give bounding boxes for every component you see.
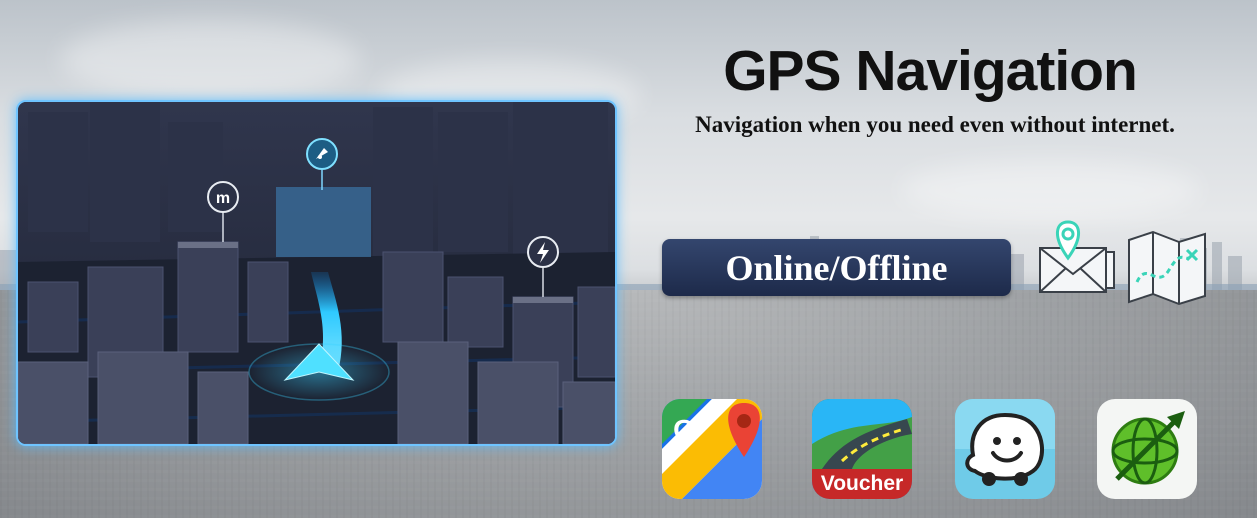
cloud — [900, 160, 1200, 220]
cloud — [60, 20, 360, 100]
waze-app-icon — [955, 399, 1055, 499]
voucher-label: Voucher — [820, 472, 904, 495]
page-subtitle: Navigation when you need even without in… — [695, 112, 1175, 137]
online-offline-badge: Online/Offline — [662, 239, 1011, 296]
gps-banner: GPS Navigation Navigation when you need … — [0, 0, 1257, 518]
map-location-icon — [1039, 220, 1115, 293]
map-preview-panel: m — [16, 100, 617, 446]
navitel-app-icon — [1097, 399, 1197, 499]
city-map-illustration: m — [18, 102, 615, 444]
sygic-voucher-app-icon: Voucher — [812, 399, 912, 499]
page-title: GPS Navigation — [723, 39, 1138, 103]
google-maps-app-icon: G — [662, 399, 762, 499]
folded-map-route-icon — [1128, 230, 1206, 306]
svg-text:m: m — [216, 190, 230, 207]
svg-text:G: G — [673, 414, 695, 445]
